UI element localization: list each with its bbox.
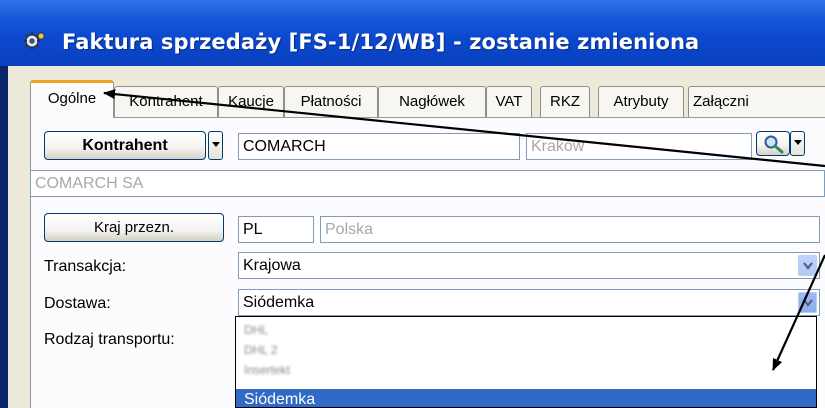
chevron-down-icon [803, 299, 813, 307]
kontrahent-code-field[interactable]: COMARCH [238, 133, 520, 160]
dostawa-value: Siódemka [243, 294, 315, 311]
tab-label: Kontrahent [129, 93, 203, 110]
kontrahent-city-value: Kraków [531, 138, 585, 155]
tab-naglowek[interactable]: Nagłówek [378, 86, 486, 117]
app-gear-icon [22, 30, 46, 52]
tab-rkz[interactable]: RKZ [540, 86, 590, 117]
kraj-przezn-button-label: Kraj przezn. [93, 219, 175, 236]
chevron-down-icon [794, 140, 802, 145]
tab-vat[interactable]: VAT [486, 86, 532, 117]
search-button[interactable] [756, 131, 790, 156]
rodzaj-transportu-label: Rodzaj transportu: [44, 331, 175, 348]
tab-strip: Ogólne Kontrahent Kaucje Płatności Nagłó… [26, 80, 825, 118]
list-item[interactable]: DHL 2 [244, 343, 278, 357]
chevron-down-icon [803, 262, 813, 270]
dostawa-dropdown-list: DHL DHL 2 Insertekt Siódemka [235, 316, 817, 408]
dostawa-select[interactable]: Siódemka [238, 289, 820, 316]
tab-kaucje[interactable]: Kaucje [218, 86, 284, 117]
kontrahent-button-label: Kontrahent [82, 137, 168, 154]
tab-label: Załączni [693, 93, 749, 110]
kraj-name-field: Polska [320, 216, 820, 243]
tab-label: RKZ [550, 93, 580, 110]
kontrahent-dropdown-button[interactable] [208, 131, 223, 160]
search-dropdown-button[interactable] [790, 131, 805, 156]
tab-ogolne[interactable]: Ogólne [30, 80, 114, 118]
transakcja-select[interactable]: Krajowa [238, 252, 820, 279]
tab-zalaczniki[interactable]: Załączni [688, 86, 825, 117]
dostawa-label: Dostawa: [44, 295, 111, 312]
kontrahent-city-field: Kraków [526, 133, 752, 160]
transakcja-label: Transakcja: [44, 258, 127, 275]
tab-label: Nagłówek [399, 93, 465, 110]
tab-kontrahent[interactable]: Kontrahent [114, 86, 218, 117]
transakcja-value: Krajowa [243, 257, 301, 274]
tab-label: Atrybuty [613, 93, 669, 110]
list-item[interactable]: DHL [244, 323, 268, 337]
kontrahent-name-field: COMARCH SA [30, 170, 825, 197]
kontrahent-code-value: COMARCH [243, 138, 326, 155]
transakcja-dropdown-arrow[interactable] [798, 255, 817, 276]
kontrahent-name-value: COMARCH SA [35, 175, 144, 192]
title-bar[interactable]: Faktura sprzedaży [FS-1/12/WB] - zostani… [0, 0, 825, 66]
tab-label: VAT [495, 93, 523, 110]
dostawa-dropdown-arrow[interactable] [798, 292, 817, 313]
tab-label: Kaucje [228, 93, 274, 110]
chevron-down-icon [212, 142, 220, 147]
list-item[interactable]: Insertekt [244, 363, 290, 377]
tab-platnosci[interactable]: Płatności [284, 86, 378, 117]
window-title: Faktura sprzedaży [FS-1/12/WB] - zostani… [62, 30, 700, 54]
tab-label: Płatności [300, 93, 362, 110]
kontrahent-button[interactable]: Kontrahent [44, 131, 206, 160]
tab-atrybuty[interactable]: Atrybuty [598, 86, 684, 117]
list-item-selected[interactable]: Siódemka [236, 389, 816, 407]
kraj-code-value: PL [243, 221, 263, 238]
kraj-name-value: Polska [325, 221, 374, 238]
kraj-przezn-button[interactable]: Kraj przezn. [44, 213, 224, 242]
kraj-code-field[interactable]: PL [238, 216, 314, 243]
tab-label: Ogólne [47, 90, 97, 107]
